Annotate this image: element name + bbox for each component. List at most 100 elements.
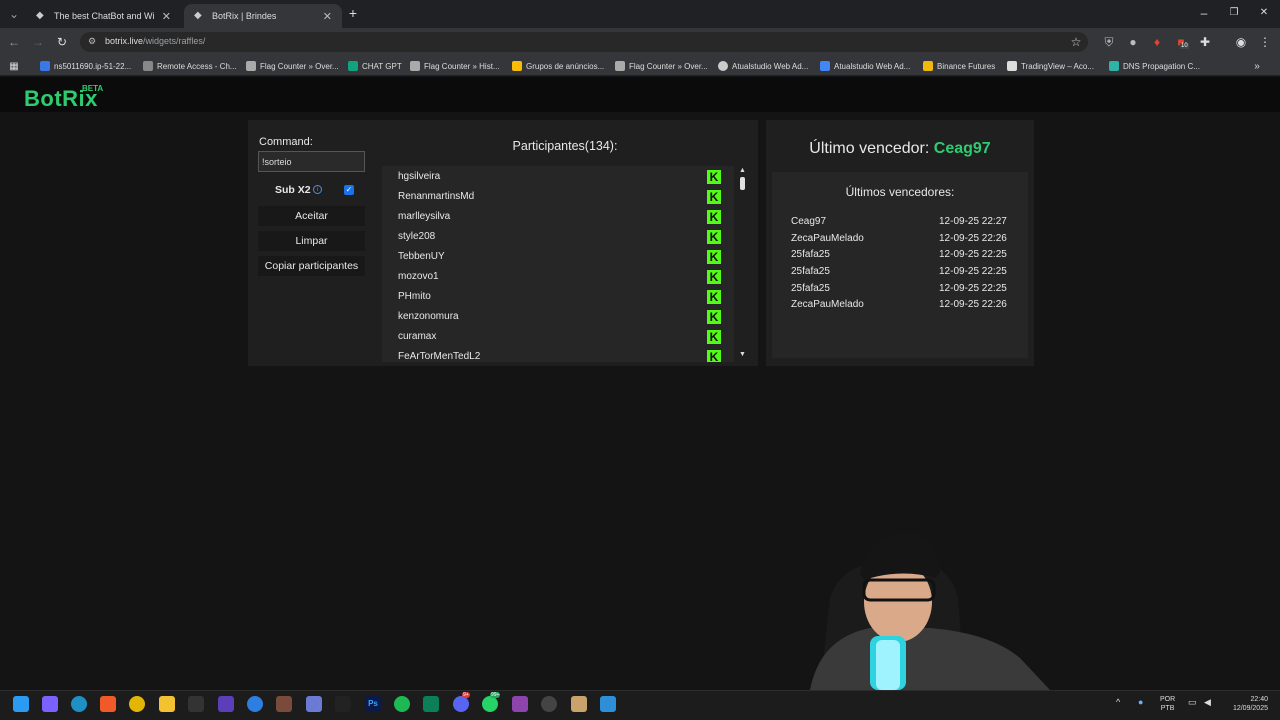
remote-desktop-icon[interactable] [306,696,322,712]
address-bar[interactable] [80,32,1088,52]
volume-icon[interactable]: ◀ [1204,697,1211,708]
winners-history-box [772,172,1028,358]
participants-scrollbar[interactable] [738,166,748,362]
capcut-icon[interactable] [335,696,351,712]
copilot-icon[interactable] [42,696,58,712]
bookmark-item[interactable]: Atualstudio Web Ad... [820,60,910,72]
sub-x2-checkbox[interactable]: ✓ [344,185,354,195]
apps-grid-icon[interactable]: ▦ [6,59,22,75]
intellij-icon[interactable] [218,696,234,712]
participants-list[interactable]: hgsilveira K RenanmartinsMd K marlleysilva… [382,166,734,362]
network-icon[interactable]: ▭ [1188,697,1197,708]
maps-icon[interactable] [247,696,263,712]
list-item[interactable]: hgsilveira K [382,167,734,187]
bookmark-item[interactable]: Remote Access - Ch... [143,60,237,72]
clock[interactable]: 22:40 12/09/2025 [1226,695,1268,713]
bookmark-star-icon[interactable]: ☆ [1068,34,1084,50]
app-purple-icon[interactable] [512,696,528,712]
kick-icon: K [707,270,721,284]
info-icon[interactable]: i [313,185,322,194]
browser-tab[interactable]: ◆ The best ChatBot and Widgets ✕ [26,4,181,28]
kick-icon: K [707,230,721,244]
winner-row: 25fafa25 12-09-25 22:25 [791,266,1007,277]
extension-face-icon[interactable]: ● [1125,34,1141,50]
reload-icon[interactable]: ↻ [54,34,70,50]
brave-icon[interactable] [100,696,116,712]
notepad-icon[interactable] [600,696,616,712]
url-text[interactable]: botrix.live/widgets/raffles/ [105,36,205,46]
discord-icon[interactable] [453,696,469,712]
list-item[interactable]: FeArTorMenTedL2 K [382,347,734,362]
spotify-icon[interactable] [394,696,410,712]
tab-title: BotRix | Brindes [212,11,277,21]
copy-participants-button[interactable]: Copiar participantes [258,256,365,276]
bookmark-item[interactable]: ns5011690.ip-51-22... [40,60,131,72]
restore-icon[interactable]: ❐ [1226,5,1242,21]
list-item[interactable]: mozovo1 K [382,267,734,287]
close-window-icon[interactable]: ✕ [1256,5,1272,21]
tray-chevron-icon[interactable]: ^ [1116,697,1120,707]
close-tab-icon[interactable]: ✕ [162,10,171,23]
list-item[interactable]: kenzonomura K [382,307,734,327]
scrollbar-thumb[interactable] [740,177,745,190]
whatsapp-icon[interactable] [482,696,498,712]
scroll-up-arrow-icon[interactable]: ▲ [739,167,746,174]
bookmark-item[interactable]: Binance Futures [923,60,995,72]
binance-icon [923,61,933,71]
back-icon[interactable]: ← [6,34,22,50]
tab-search-icon[interactable]: ⌄ [6,6,22,22]
calculator-icon[interactable] [423,696,439,712]
list-item[interactable]: style208 K [382,227,734,247]
bookmark-item[interactable]: Flag Counter » Over... [246,60,339,72]
bookmark-item[interactable]: Flag Counter » Over... [615,60,708,72]
last-winner-name: Ceag97 [933,140,991,157]
flag-icon [615,61,625,71]
windows-start-icon[interactable] [13,696,29,712]
bookmark-item[interactable]: Flag Counter » Hist... [410,60,500,72]
browser-tab-active[interactable]: ◆ BotRix | Brindes ✕ [184,4,342,28]
app-character-icon[interactable] [571,696,587,712]
minimize-icon[interactable]: – [1196,5,1212,21]
list-item[interactable]: TebbenUY K [382,247,734,267]
globe-icon [718,61,728,71]
list-item[interactable]: PHmito K [382,287,734,307]
microphone-icon[interactable]: ● [1138,697,1143,707]
command-input[interactable] [258,151,365,172]
edge-icon[interactable] [71,696,87,712]
app-icon[interactable] [276,696,292,712]
menu-kebab-icon[interactable]: ⋮ [1257,34,1273,50]
accept-button[interactable]: Aceitar [258,206,365,226]
clear-button[interactable]: Limpar [258,231,365,251]
last-winner-label: Último vencedor: [809,140,930,157]
file-explorer-icon[interactable] [159,696,175,712]
photoshop-icon[interactable]: Ps [365,696,381,712]
close-tab-icon[interactable]: ✕ [323,10,332,23]
steam-icon[interactable] [541,696,557,712]
winners-history-title: Últimos vencedores: [845,185,955,199]
bookmark-item[interactable]: Grupos de anúncios... [512,60,604,72]
chrome-icon[interactable] [129,696,145,712]
epic-games-icon[interactable] [188,696,204,712]
bookmark-item[interactable]: Atualstudio Web Ad... [718,60,808,72]
forward-icon[interactable]: → [30,34,46,50]
list-item[interactable]: curamax K [382,327,734,347]
bookmark-item[interactable]: DNS Propagation C... [1109,60,1200,72]
kick-icon: K [707,290,721,304]
extension-shield-icon[interactable]: ⛨ [1101,34,1117,50]
extensions-puzzle-icon[interactable]: ✚ [1197,34,1213,50]
webcam-overlay [810,532,1050,690]
keyboard-language[interactable]: POR PTB [1160,695,1175,713]
extension-leaf-icon[interactable]: ♦ [1149,34,1165,50]
new-tab-icon[interactable]: + [345,5,361,21]
kick-icon: K [707,310,721,324]
bookmark-item[interactable]: CHAT GPT [348,60,402,72]
list-item[interactable]: marlleysilva K [382,207,734,227]
site-info-icon[interactable]: ⚙ [88,36,96,47]
list-item[interactable]: RenanmartinsMd K [382,187,734,207]
scroll-down-arrow-icon[interactable]: ▼ [739,351,746,358]
kick-icon: K [707,190,721,204]
botrix-favicon-icon: ◆ [194,10,202,21]
profile-avatar-icon[interactable]: ◉ [1233,34,1249,50]
bookmark-item[interactable]: TradingView – Aco... [1007,60,1094,72]
more-bookmarks-icon[interactable]: » [1249,59,1265,75]
